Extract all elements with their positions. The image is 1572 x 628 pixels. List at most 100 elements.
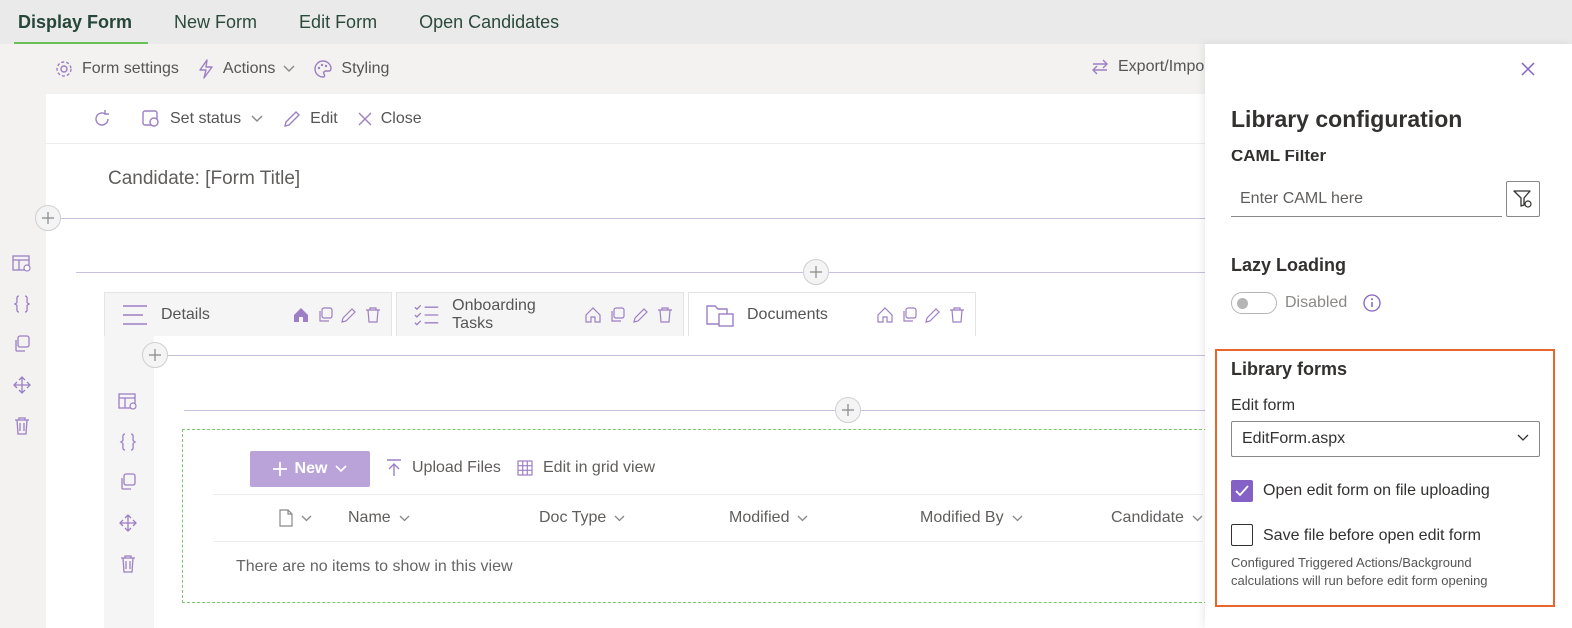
caml-input[interactable] <box>1231 181 1502 217</box>
copy-icon[interactable] <box>12 334 32 354</box>
document-icon <box>279 509 293 527</box>
home-icon[interactable] <box>293 307 309 323</box>
trash-icon[interactable] <box>118 554 138 574</box>
home-icon[interactable] <box>877 306 893 323</box>
chevron-down-icon <box>1192 515 1203 521</box>
form-canvas: Set status Edit Close Candidate: [Form T… <box>35 94 1212 628</box>
edit-button[interactable]: Edit <box>283 110 338 128</box>
upload-files-label: Upload Files <box>412 459 501 476</box>
column-candidate[interactable]: Candidate <box>1111 509 1203 527</box>
palette-icon <box>314 60 333 78</box>
copy-icon[interactable] <box>609 306 625 323</box>
copy-icon[interactable] <box>901 306 917 323</box>
form-settings-label: Form settings <box>82 60 179 77</box>
open-edit-form-label: Open edit form on file uploading <box>1263 482 1490 499</box>
lightning-icon <box>199 59 213 79</box>
panel-title: Library configuration <box>1231 106 1463 132</box>
file-type-column[interactable] <box>279 509 312 527</box>
layout-settings-icon[interactable] <box>118 392 138 412</box>
left-rail <box>0 94 46 628</box>
code-braces-icon[interactable] <box>118 432 138 452</box>
refresh-icon <box>95 109 109 126</box>
tab-display-form[interactable]: Display Form <box>14 0 149 44</box>
chevron-down-icon <box>301 515 312 521</box>
chevron-down-icon <box>614 515 625 521</box>
tab-details[interactable]: Details <box>104 292 392 336</box>
pencil-icon[interactable] <box>341 307 357 323</box>
column-modified-by[interactable]: Modified By <box>920 509 1023 527</box>
lazy-loading-toggle[interactable] <box>1231 292 1277 314</box>
info-icon[interactable] <box>1362 293 1382 313</box>
chevron-down-icon <box>798 515 808 521</box>
home-icon[interactable] <box>585 306 601 323</box>
styling-button[interactable]: Styling <box>313 59 389 79</box>
code-braces-icon[interactable] <box>12 294 32 314</box>
layout-settings-icon[interactable] <box>12 254 32 274</box>
caml-filter-label: CAML Filter <box>1231 150 1326 164</box>
filter-builder-button[interactable] <box>1506 181 1540 217</box>
column-doc-type[interactable]: Doc Type <box>539 509 625 527</box>
add-section-button[interactable] <box>142 342 168 368</box>
refresh-button[interactable] <box>92 109 121 129</box>
export-import-button[interactable]: Export/Impo <box>1090 57 1204 77</box>
add-section-button[interactable] <box>35 205 61 231</box>
set-status-button[interactable]: Set status <box>141 109 263 129</box>
trash-icon[interactable] <box>12 416 32 436</box>
divider <box>184 410 1210 411</box>
copy-icon[interactable] <box>317 306 333 323</box>
edit-grid-view-button[interactable]: Edit in grid view <box>517 459 655 477</box>
edit-label: Edit <box>310 109 338 127</box>
copy-icon[interactable] <box>118 472 138 492</box>
tab-details-label: Details <box>161 305 210 323</box>
save-before-open-checkbox[interactable] <box>1231 524 1253 546</box>
plus-icon <box>842 404 854 416</box>
library-forms-heading: Library forms <box>1231 359 1348 379</box>
tab-onboarding-tasks[interactable]: Onboarding Tasks <box>396 292 684 336</box>
edit-form-label: Edit form <box>1231 397 1296 414</box>
add-section-button[interactable] <box>803 259 829 285</box>
trash-icon[interactable] <box>657 306 673 323</box>
chevron-down-icon <box>251 115 263 122</box>
form-settings-button[interactable]: Form settings <box>54 59 179 79</box>
trash-icon[interactable] <box>949 306 965 323</box>
inner-rail <box>104 336 154 628</box>
chevron-down-icon <box>335 465 348 473</box>
gear-icon <box>56 61 72 77</box>
column-modified[interactable]: Modified <box>729 509 808 527</box>
divider <box>46 218 1210 219</box>
pencil-icon[interactable] <box>925 307 941 323</box>
open-edit-form-checkbox[interactable] <box>1231 480 1253 502</box>
new-button[interactable]: New <box>250 451 370 487</box>
lazy-loading-heading: Lazy Loading <box>1231 255 1347 275</box>
tab-edit-form[interactable]: Edit Form <box>295 0 393 44</box>
tab-new-form[interactable]: New Form <box>170 0 273 44</box>
column-modified-label: Modified <box>729 509 790 526</box>
move-icon[interactable] <box>118 513 138 533</box>
status-icon <box>142 109 159 127</box>
column-candidate-label: Candidate <box>1111 509 1184 526</box>
folder-icon <box>706 304 734 327</box>
actions-button[interactable]: Actions <box>197 59 295 79</box>
column-modified-by-label: Modified By <box>920 509 1004 526</box>
edit-form-select[interactable]: EditForm.aspx <box>1231 421 1540 457</box>
plus-icon <box>810 266 822 278</box>
pencil-icon[interactable] <box>633 307 649 323</box>
close-icon <box>1521 62 1535 76</box>
plus-icon <box>149 349 161 361</box>
upload-files-button[interactable]: Upload Files <box>386 459 501 477</box>
trash-icon[interactable] <box>365 306 381 323</box>
panel-close-button[interactable] <box>1517 58 1539 80</box>
triggered-actions-note: Configured Triggered Actions/Background … <box>1231 555 1488 588</box>
move-icon[interactable] <box>12 375 32 395</box>
lines-icon <box>123 304 147 325</box>
pencil-icon <box>284 110 301 127</box>
checklist-icon <box>414 304 439 326</box>
edit-grid-view-label: Edit in grid view <box>543 459 656 476</box>
column-header-row: Name Doc Type Modified Modified By Candi… <box>213 494 1203 542</box>
add-section-button[interactable] <box>835 397 861 423</box>
column-name[interactable]: Name <box>348 509 410 527</box>
library-configuration-panel: Library configuration CAML Filter Lazy L… <box>1205 44 1572 628</box>
close-form-button[interactable]: Close <box>358 110 422 128</box>
tab-open-candidates[interactable]: Open Candidates <box>415 0 575 44</box>
tab-documents[interactable]: Documents <box>688 292 976 336</box>
